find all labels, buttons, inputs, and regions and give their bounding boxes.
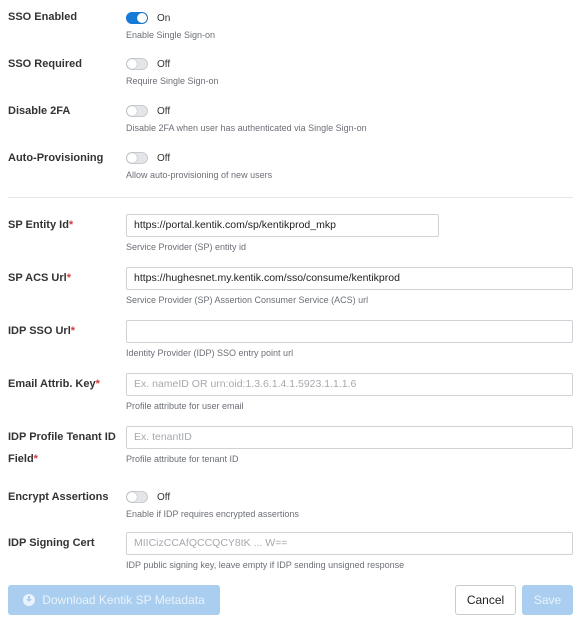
sp-entity-id-field: https://portal.kentik.com/sp/kentikprod_…: [126, 214, 439, 252]
disable-2fa-label: Disable 2FA: [8, 105, 71, 117]
sso-required-state: Off: [157, 58, 171, 70]
idp-profile-tenant-label-text: Field: [8, 453, 34, 465]
sp-acs-url-label: SP ACS Url*: [8, 267, 120, 289]
idp-sso-url-label-text: IDP SSO Url: [8, 325, 71, 337]
toggle-knob: [127, 492, 137, 502]
sp-acs-url-label-text: SP ACS Url: [8, 272, 67, 284]
toggle-knob: [127, 59, 137, 69]
download-metadata-button[interactable]: Download Kentik SP Metadata: [8, 585, 220, 615]
disable-2fa-help: Disable 2FA when user has authenticated …: [126, 123, 367, 133]
encrypt-assertions-help: Enable if IDP requires encrypted asserti…: [126, 509, 299, 519]
required-marker: *: [95, 378, 100, 390]
email-attrib-key-label: Email Attrib. Key*: [8, 373, 120, 395]
idp-profile-tenant-label-line1: IDP Profile Tenant ID: [8, 431, 116, 443]
email-attrib-key-input[interactable]: Ex. nameID OR urn:oid:1.3.6.1.4.1.5923.1…: [126, 373, 573, 396]
encrypt-assertions-label: Encrypt Assertions: [8, 491, 109, 503]
sso-required-help: Require Single Sign-on: [126, 76, 219, 86]
sp-entity-id-help: Service Provider (SP) entity id: [126, 242, 247, 252]
sso-enabled-toggle[interactable]: [126, 12, 148, 24]
sso-enabled-field: On Enable Single Sign-on: [126, 10, 215, 40]
disable-2fa-toggle[interactable]: [126, 105, 148, 117]
sso-enabled-help: Enable Single Sign-on: [126, 30, 216, 40]
idp-profile-tenant-label: IDP Profile Tenant ID Field*: [8, 426, 120, 470]
toggle-knob: [127, 153, 137, 163]
email-attrib-key-help: Profile attribute for user email: [126, 401, 244, 411]
sso-enabled-label: SSO Enabled: [8, 11, 78, 23]
idp-profile-tenant-input[interactable]: Ex. tenantID: [126, 426, 573, 449]
required-marker: *: [68, 219, 74, 231]
encrypt-assertions-field: Off Enable if IDP requires encrypted ass…: [126, 489, 299, 519]
idp-signing-cert-help: IDP public signing key, leave empty if I…: [126, 560, 405, 570]
toggle-knob: [137, 13, 147, 23]
auto-provisioning-help: Allow auto-provisioning of new users: [126, 170, 273, 180]
sp-acs-url-help: Service Provider (SP) Assertion Consumer…: [126, 295, 369, 305]
encrypt-assertions-state: Off: [157, 491, 171, 503]
download-metadata-label: Download Kentik SP Metadata: [42, 593, 205, 607]
required-marker: *: [33, 453, 38, 465]
auto-provisioning-state: Off: [157, 152, 171, 164]
auto-provisioning-toggle[interactable]: [126, 152, 148, 164]
idp-sso-url-label: IDP SSO Url*: [8, 320, 120, 342]
section-divider: [8, 197, 573, 198]
sp-entity-id-input[interactable]: https://portal.kentik.com/sp/kentikprod_…: [126, 214, 439, 237]
idp-sso-url-input[interactable]: [126, 320, 573, 343]
idp-sso-url-field: Identity Provider (IDP) SSO entry point …: [126, 320, 573, 358]
idp-signing-cert-input[interactable]: MIICizCCAfQCCQCY8tK ... W==: [126, 532, 573, 555]
disable-2fa-state: Off: [157, 105, 171, 117]
sp-acs-url-input[interactable]: https://hughesnet.my.kentik.com/sso/cons…: [126, 267, 573, 290]
disable-2fa-field: Off Disable 2FA when user has authentica…: [126, 103, 367, 133]
toggle-knob: [127, 106, 137, 116]
idp-signing-cert-field: MIICizCCAfQCCQCY8tK ... W== IDP public s…: [126, 532, 573, 570]
auto-provisioning-field: Off Allow auto-provisioning of new users: [126, 150, 272, 180]
encrypt-assertions-toggle[interactable]: [126, 491, 148, 503]
required-marker: *: [70, 325, 76, 337]
idp-signing-cert-label: IDP Signing Cert: [8, 537, 95, 549]
idp-profile-tenant-field: Ex. tenantID Profile attribute for tenan…: [126, 426, 573, 464]
save-button[interactable]: Save: [522, 585, 573, 615]
sp-entity-id-label-text: SP Entity Id: [8, 219, 69, 231]
sso-required-toggle[interactable]: [126, 58, 148, 70]
cancel-button[interactable]: Cancel: [455, 585, 516, 615]
email-attrib-key-field: Ex. nameID OR urn:oid:1.3.6.1.4.1.5923.1…: [126, 373, 573, 411]
sp-acs-url-field: https://hughesnet.my.kentik.com/sso/cons…: [126, 267, 573, 305]
idp-profile-tenant-label-line2: Field*: [8, 448, 120, 470]
sso-enabled-state: On: [157, 12, 171, 24]
sp-entity-id-label: SP Entity Id*: [8, 214, 120, 236]
idp-sso-url-help: Identity Provider (IDP) SSO entry point …: [126, 348, 294, 358]
sso-required-label: SSO Required: [8, 58, 82, 70]
idp-profile-tenant-help: Profile attribute for tenant ID: [126, 454, 239, 464]
auto-provisioning-label: Auto-Provisioning: [8, 152, 104, 164]
required-marker: *: [66, 272, 71, 284]
download-icon: [23, 594, 36, 606]
sso-required-field: Off Require Single Sign-on: [126, 56, 219, 86]
email-attrib-key-label-text: Email Attrib. Key: [8, 378, 96, 390]
